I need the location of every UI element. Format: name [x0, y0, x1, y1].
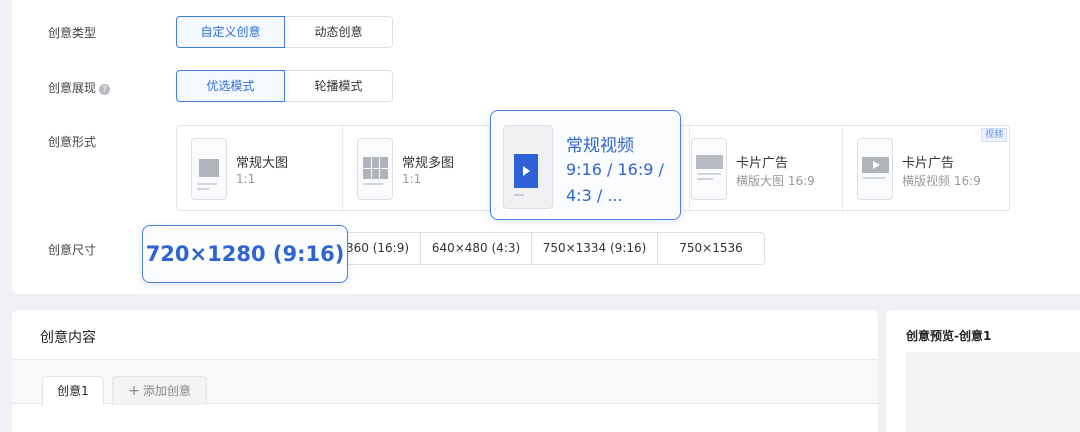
- add-creative-tab[interactable]: + 添加创意: [112, 376, 207, 405]
- custom-creative-option[interactable]: 自定义创意: [176, 16, 285, 48]
- add-creative-label: 添加创意: [142, 384, 191, 398]
- selected-size-popup[interactable]: 720×1280 (9:16): [142, 225, 348, 283]
- form-item-large-image[interactable]: 常规大图 1:1: [177, 126, 343, 212]
- creative-form-label: 创意形式: [48, 135, 97, 149]
- form-item-title: 常规大图: [236, 156, 289, 171]
- question-circle-icon[interactable]: ?: [99, 84, 111, 95]
- form-item-sub: 1:1: [236, 172, 256, 186]
- plus-icon: +: [128, 383, 140, 399]
- preferred-mode-option[interactable]: 优选模式: [176, 70, 285, 102]
- creative-display-label: 创意展现?: [48, 79, 111, 96]
- creative-size-label: 创意尺寸: [48, 243, 97, 257]
- content-title: 创意内容: [40, 330, 96, 346]
- form-item-sub: 横版大图 16:9: [736, 174, 815, 188]
- phone-video-icon: [503, 125, 553, 209]
- video-form-title: 常规视频: [566, 136, 634, 156]
- creative-display-segment: 优选模式 轮播模式: [176, 70, 393, 102]
- size-option[interactable]: 640×480 (4:3): [421, 233, 532, 264]
- form-item-title: 常规多图: [402, 156, 455, 171]
- creative-preview-card: 创意预览-创意1: [886, 310, 1080, 432]
- phone-card-image-icon: [691, 138, 727, 200]
- video-tag-badge: 视频: [980, 128, 1007, 142]
- preview-canvas: [906, 352, 1080, 432]
- phone-multi-image-icon: [357, 138, 393, 200]
- form-item-sub: 横版视频 16:9: [902, 174, 981, 188]
- phone-card-video-icon: [857, 138, 893, 200]
- carousel-mode-option[interactable]: 轮播模式: [285, 70, 393, 102]
- tab-creative-1[interactable]: 创意1: [42, 376, 104, 405]
- preview-title: 创意预览-创意1: [906, 329, 992, 343]
- creative-size-options: 360 (16:9) 640×480 (4:3) 750×1334 (9:16)…: [330, 232, 765, 265]
- form-item-multi-image[interactable]: 常规多图 1:1: [343, 126, 490, 212]
- creative-type-segment: 自定义创意 动态创意: [176, 16, 393, 48]
- size-option[interactable]: 750×1334 (9:16): [532, 233, 658, 264]
- creative-content-card: 创意内容 创意1 + 添加创意: [12, 310, 878, 432]
- form-item-title: 卡片广告: [736, 156, 789, 171]
- form-item-card-video[interactable]: 卡片广告 横版视频 16:9 视频: [843, 126, 1009, 212]
- form-item-card-image[interactable]: 卡片广告 横版大图 16:9: [690, 126, 843, 212]
- phone-large-image-icon: [191, 138, 227, 200]
- form-item-sub: 1:1: [402, 172, 422, 186]
- size-option[interactable]: 750×1536: [658, 233, 764, 264]
- creative-tab-bar: 创意1 + 添加创意: [12, 360, 878, 405]
- dynamic-creative-option[interactable]: 动态创意: [285, 16, 393, 48]
- video-form-ratios: 9:16 / 16:9 / 4:3 / ...: [566, 160, 664, 205]
- play-icon: [514, 154, 538, 188]
- creative-display-label-text: 创意展现: [48, 81, 97, 95]
- selected-video-form-popup[interactable]: 常规视频 9:16 / 16:9 / 4:3 / ...: [490, 110, 681, 220]
- form-item-title: 卡片广告: [902, 156, 955, 171]
- creative-type-label: 创意类型: [48, 26, 97, 40]
